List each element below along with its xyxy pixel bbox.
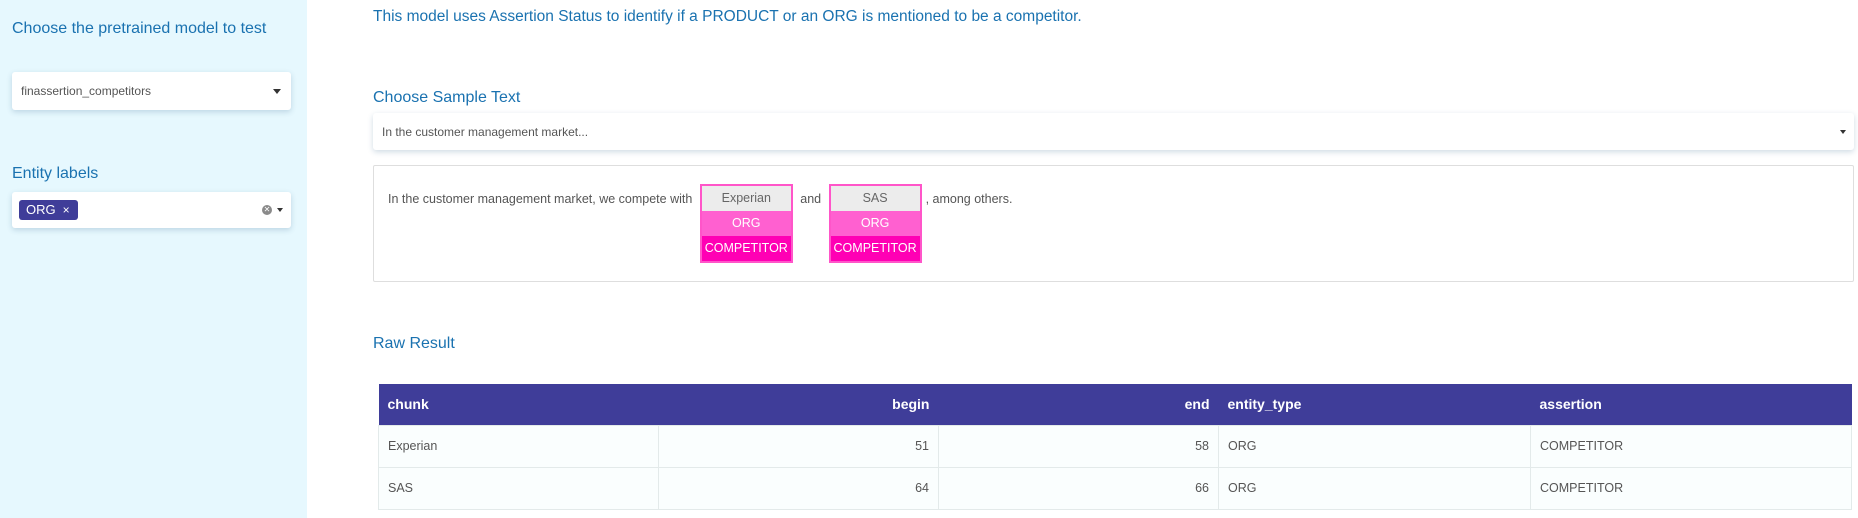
table-row: SAS 64 66 ORG COMPETITOR [378, 466, 1852, 510]
column-header-begin[interactable]: begin [658, 384, 939, 425]
model-select-title: Choose the pretrained model to test [12, 20, 267, 37]
close-icon[interactable]: × [63, 200, 70, 220]
sentence-text: , among others. [925, 192, 1013, 206]
chevron-down-icon[interactable] [1840, 130, 1846, 134]
table-row: Experian 51 58 ORG COMPETITOR [378, 424, 1852, 468]
cell-entity-type: ORG [1218, 466, 1531, 510]
entity-label: ORG [830, 211, 920, 236]
column-header-end[interactable]: end [938, 384, 1219, 425]
raw-result-table: chunk begin end entity_type assertion Ex… [378, 384, 1852, 510]
cell-entity-type: ORG [1218, 424, 1531, 468]
cell-chunk: SAS [378, 466, 659, 510]
entity-labels-multiselect[interactable]: ORG × ✕ [12, 192, 291, 228]
entity-label: ORG [701, 211, 791, 236]
entity-annotation-sas: SAS ORG COMPETITOR [828, 184, 922, 263]
cell-assertion: COMPETITOR [1530, 466, 1852, 510]
cell-begin: 51 [658, 424, 939, 468]
sample-text-value: In the customer management market... [382, 125, 589, 139]
clear-icon[interactable]: ✕ [262, 205, 272, 215]
entity-chip-org: ORG × [19, 200, 78, 220]
entity-word: Experian [701, 186, 791, 211]
model-description: This model uses Assertion Status to iden… [373, 8, 1082, 25]
sample-text-title: Choose Sample Text [373, 89, 521, 106]
table-header-row: chunk begin end entity_type assertion [378, 384, 1852, 425]
sentence-text: In the customer management market, we co… [388, 192, 696, 206]
cell-begin: 64 [658, 466, 939, 510]
entity-annotation-experian: Experian ORG COMPETITOR [699, 184, 793, 263]
sample-text-select[interactable]: In the customer management market... [373, 113, 1854, 150]
entity-labels-title: Entity labels [12, 165, 99, 182]
chevron-down-icon[interactable] [277, 208, 283, 212]
entity-assertion: COMPETITOR [830, 236, 920, 261]
entity-assertion: COMPETITOR [701, 236, 791, 261]
chevron-down-icon[interactable] [273, 89, 281, 94]
annotated-text-box: In the customer management market, we co… [373, 165, 1854, 282]
entity-word: SAS [830, 186, 920, 211]
sentence-text: and [796, 192, 825, 206]
cell-assertion: COMPETITOR [1530, 424, 1852, 468]
cell-end: 66 [938, 466, 1219, 510]
cell-end: 58 [938, 424, 1219, 468]
model-select-value: finassertion_competitors [21, 84, 152, 98]
sidebar: Choose the pretrained model to test fina… [0, 0, 307, 518]
annotated-sentence: In the customer management market, we co… [388, 184, 1012, 263]
column-header-assertion[interactable]: assertion [1530, 384, 1852, 425]
column-header-entity-type[interactable]: entity_type [1218, 384, 1531, 425]
model-select[interactable]: finassertion_competitors [12, 72, 291, 110]
column-header-chunk[interactable]: chunk [378, 384, 659, 425]
entity-chip-label: ORG [26, 202, 56, 217]
cell-chunk: Experian [378, 424, 659, 468]
raw-result-title: Raw Result [373, 335, 455, 352]
